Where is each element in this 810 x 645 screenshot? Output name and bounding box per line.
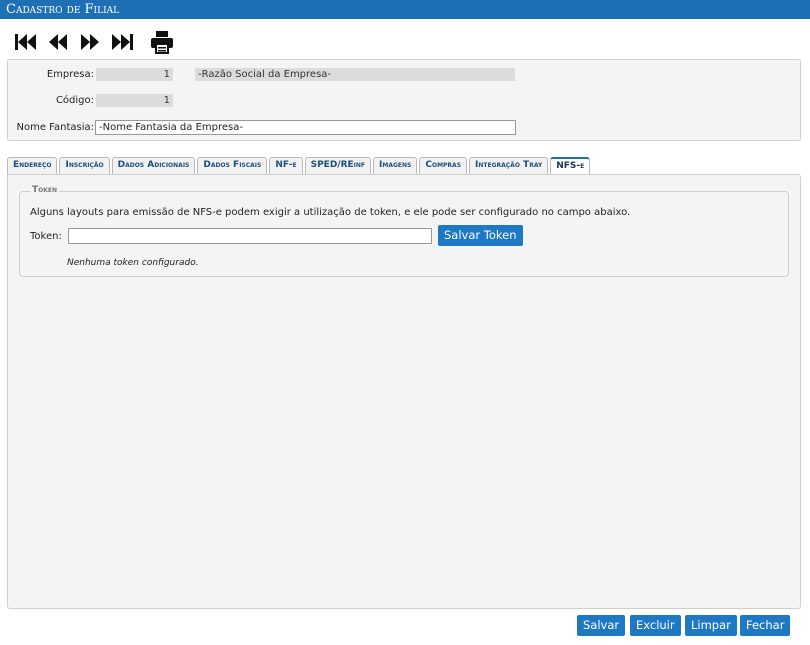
- token-fieldset: Token Alguns layouts para emissão de NFS…: [19, 185, 789, 277]
- tab-bar: Endereço Inscrição Dados Adicionais Dado…: [7, 157, 592, 175]
- token-label: Token:: [30, 231, 62, 242]
- token-status-note: Nenhuma token configurado.: [67, 258, 199, 268]
- print-icon[interactable]: [148, 28, 176, 56]
- empresa-name-field: -Razão Social da Empresa-: [195, 68, 515, 81]
- tab-endereco[interactable]: Endereço: [7, 157, 58, 174]
- previous-record-icon[interactable]: [42, 28, 74, 56]
- delete-button[interactable]: Excluir: [630, 615, 681, 636]
- fantasia-label: Nome Fantasia:: [16, 122, 94, 133]
- tab-nfse[interactable]: NFS-e: [550, 157, 591, 175]
- first-record-icon[interactable]: [10, 28, 42, 56]
- empresa-label: Empresa:: [46, 69, 94, 80]
- next-record-icon[interactable]: [74, 28, 106, 56]
- tab-panel-nfse: Token Alguns layouts para emissão de NFS…: [7, 174, 801, 609]
- window-title: Cadastro de Filial: [0, 0, 810, 19]
- close-button[interactable]: Fechar: [740, 615, 791, 636]
- record-navigation: [10, 28, 176, 56]
- token-legend: Token: [30, 185, 60, 195]
- clear-button[interactable]: Limpar: [685, 615, 737, 636]
- empresa-code-field: 1: [96, 68, 173, 81]
- token-info-text: Alguns layouts para emissão de NFS-e pod…: [30, 207, 631, 218]
- tab-compras[interactable]: Compras: [419, 157, 468, 174]
- token-input[interactable]: [68, 228, 432, 244]
- codigo-field: 1: [96, 94, 173, 107]
- last-record-icon[interactable]: [106, 28, 138, 56]
- tab-imagens[interactable]: Imagens: [373, 157, 418, 174]
- fantasia-input[interactable]: -Nome Fantasia da Empresa-: [95, 120, 516, 135]
- save-button[interactable]: Salvar: [577, 615, 626, 636]
- tab-dados-fiscais[interactable]: Dados Fiscais: [197, 157, 268, 174]
- codigo-label: Código:: [55, 95, 94, 106]
- tab-dados-adicionais[interactable]: Dados Adicionais: [111, 157, 196, 174]
- header-panel: Empresa: 1 -Razão Social da Empresa- Cód…: [7, 59, 801, 141]
- save-token-button[interactable]: Salvar Token: [438, 225, 523, 246]
- tab-inscricao[interactable]: Inscrição: [59, 157, 110, 174]
- tab-integracao-tray[interactable]: Integração Tray: [469, 157, 549, 174]
- tab-sped-reinf[interactable]: SPED/REinf: [304, 157, 372, 174]
- tab-nfe[interactable]: NF-e: [269, 157, 303, 174]
